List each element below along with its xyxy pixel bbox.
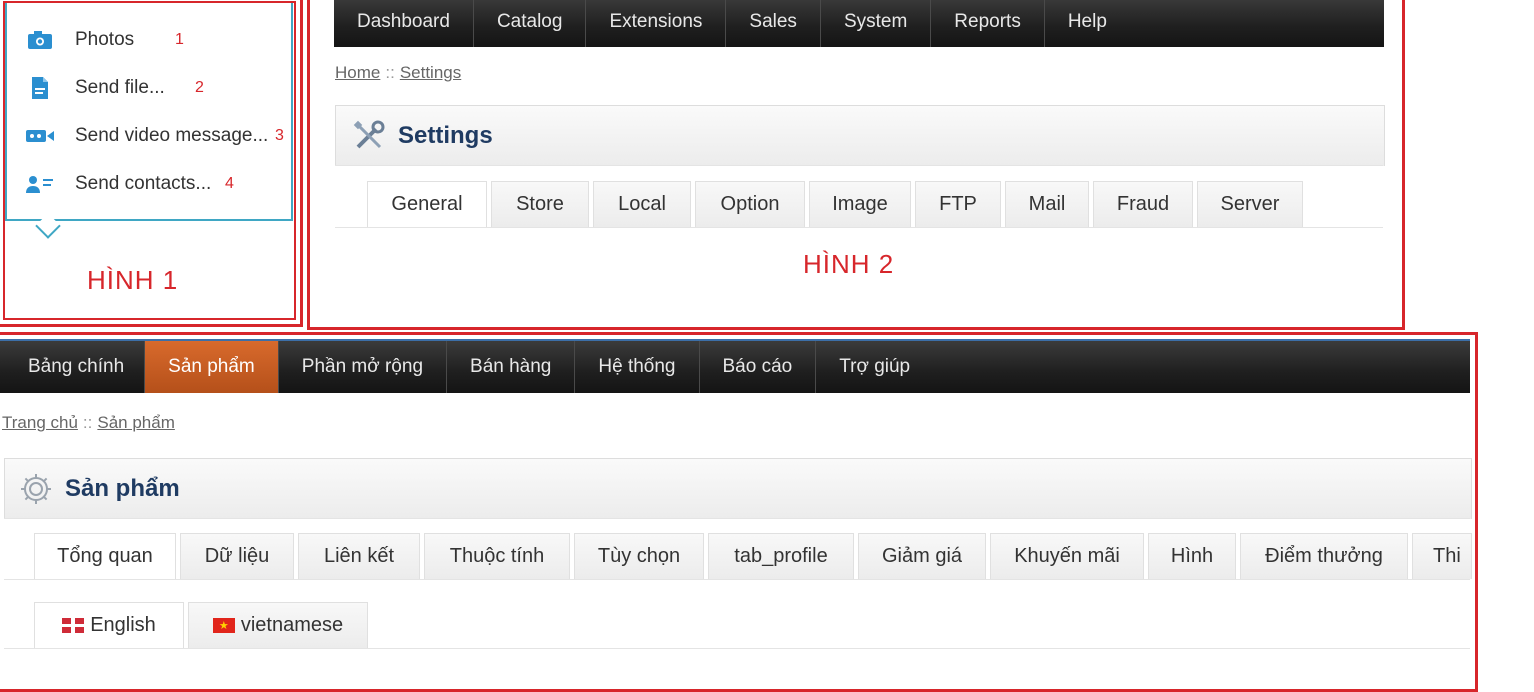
tab-hinh[interactable]: Hình — [1148, 533, 1236, 579]
tools-icon — [352, 119, 386, 153]
nav-help[interactable]: Help — [1045, 0, 1130, 47]
nav-san-pham[interactable]: Sản phẩm — [145, 341, 279, 393]
menu-item-label: Send video message... — [75, 125, 269, 146]
tab-profile[interactable]: tab_profile — [708, 533, 854, 579]
tab-lien-ket[interactable]: Liên kết — [298, 533, 420, 579]
product-panel-header: Sản phẩm — [4, 458, 1472, 519]
menu-item-number: 3 — [275, 127, 284, 144]
hinh3-frame: Bảng chính Sản phẩm Phần mở rộng Bán hàn… — [0, 332, 1478, 692]
lang-tab-baseline — [4, 648, 1470, 649]
video-icon — [25, 125, 55, 147]
tab-giam-gia[interactable]: Giảm giá — [858, 533, 986, 579]
tab-tong-quan[interactable]: Tổng quan — [34, 533, 176, 579]
nav-dashboard[interactable]: Dashboard — [334, 0, 474, 47]
tab-baseline — [4, 579, 1470, 580]
menu-item-send-contacts[interactable]: Send contacts... 4 — [25, 169, 234, 199]
uk-flag-icon — [62, 618, 85, 633]
language-tab-row: English ★ vietnamese — [34, 602, 372, 648]
menu-item-send-video[interactable]: Send video message... 3 — [25, 121, 284, 151]
tab-option[interactable]: Option — [695, 181, 805, 227]
menu-item-number: 2 — [195, 79, 204, 96]
settings-panel-header: Settings — [335, 105, 1385, 166]
vi-breadcrumb: Trang chủ:: Sản phẩm — [2, 413, 175, 433]
tab-ftp[interactable]: FTP — [915, 181, 1001, 227]
tab-local[interactable]: Local — [593, 181, 691, 227]
menu-item-label: Send contacts... — [75, 173, 212, 194]
lang-tab-vietnamese[interactable]: ★ vietnamese — [188, 602, 368, 648]
tab-tuy-chon[interactable]: Tùy chọn — [574, 533, 704, 579]
menu-item-number: 1 — [175, 31, 184, 48]
nav-tro-giup[interactable]: Trợ giúp — [816, 341, 933, 393]
nav-catalog[interactable]: Catalog — [474, 0, 587, 47]
menu-item-photos[interactable]: Photos 1 — [25, 25, 184, 55]
nav-phan-mo-rong[interactable]: Phần mở rộng — [279, 341, 448, 393]
panel-divider — [335, 165, 1383, 166]
breadcrumb-separator: :: — [82, 413, 93, 432]
breadcrumb-home[interactable]: Trang chủ — [2, 413, 78, 432]
menu-item-number: 4 — [225, 175, 234, 192]
product-tab-row: Tổng quan Dữ liệu Liên kết Thuộc tính Tù… — [34, 533, 1472, 579]
hinh1-inner-border: Photos 1 Send file... 2 Send video messa… — [3, 1, 296, 320]
nav-sales[interactable]: Sales — [726, 0, 821, 47]
menu-item-label: Photos — [75, 29, 135, 50]
share-popup-menu: Photos 1 Send file... 2 Send video messa… — [5, 3, 293, 221]
menu-item-send-file[interactable]: Send file... 2 — [25, 73, 204, 103]
nav-bang-chinh[interactable]: Bảng chính — [0, 341, 146, 393]
nav-he-thong[interactable]: Hệ thống — [575, 341, 700, 393]
top-nav-bar: Dashboard Catalog Extensions Sales Syste… — [334, 0, 1384, 47]
tab-fraud[interactable]: Fraud — [1093, 181, 1193, 227]
contacts-icon — [25, 173, 55, 195]
nav-extensions[interactable]: Extensions — [586, 0, 727, 47]
lang-tab-label: vietnamese — [240, 614, 344, 636]
tab-truncated[interactable]: Thi — [1412, 533, 1472, 579]
photos-icon — [25, 29, 55, 51]
nav-system[interactable]: System — [821, 0, 932, 47]
tab-store[interactable]: Store — [491, 181, 589, 227]
tab-general[interactable]: General — [367, 181, 487, 227]
menu-item-label: Send file... — [75, 77, 165, 98]
breadcrumb-current[interactable]: Sản phẩm — [97, 413, 175, 432]
breadcrumb: Home:: Settings — [335, 63, 461, 83]
lang-tab-label: English — [90, 614, 156, 636]
page-title: Sản phẩm — [65, 475, 180, 502]
panel-divider — [4, 518, 1470, 519]
vi-top-nav-bar: Bảng chính Sản phẩm Phần mở rộng Bán hàn… — [0, 341, 1470, 393]
hinh2-frame: Dashboard Catalog Extensions Sales Syste… — [307, 0, 1405, 330]
breadcrumb-current[interactable]: Settings — [400, 63, 461, 82]
breadcrumb-separator: :: — [385, 63, 395, 82]
nav-reports[interactable]: Reports — [931, 0, 1045, 47]
nav-bao-cao[interactable]: Báo cáo — [700, 341, 817, 393]
page-title: Settings — [398, 122, 493, 149]
tab-khuyen-mai[interactable]: Khuyến mãi — [990, 533, 1144, 579]
tab-diem-thuong[interactable]: Điểm thưởng — [1240, 533, 1408, 579]
lang-tab-english[interactable]: English — [34, 602, 184, 648]
hinh1-frame: Photos 1 Send file... 2 Send video messa… — [0, 0, 303, 327]
nav-ban-hang[interactable]: Bán hàng — [447, 341, 576, 393]
tab-mail[interactable]: Mail — [1005, 181, 1089, 227]
tab-baseline — [335, 227, 1383, 228]
tab-server[interactable]: Server — [1197, 181, 1303, 227]
settings-tab-row: General Store Local Option Image FTP Mai… — [367, 181, 1307, 227]
tab-thuoc-tinh[interactable]: Thuộc tính — [424, 533, 570, 579]
vn-flag-icon: ★ — [212, 618, 235, 633]
hinh2-label: HÌNH 2 — [803, 249, 895, 279]
gear-icon — [19, 472, 53, 506]
file-icon — [25, 77, 55, 99]
breadcrumb-home[interactable]: Home — [335, 63, 380, 82]
tab-du-lieu[interactable]: Dữ liệu — [180, 533, 294, 579]
tab-image[interactable]: Image — [809, 181, 911, 227]
hinh1-label: HÌNH 1 — [87, 265, 179, 295]
